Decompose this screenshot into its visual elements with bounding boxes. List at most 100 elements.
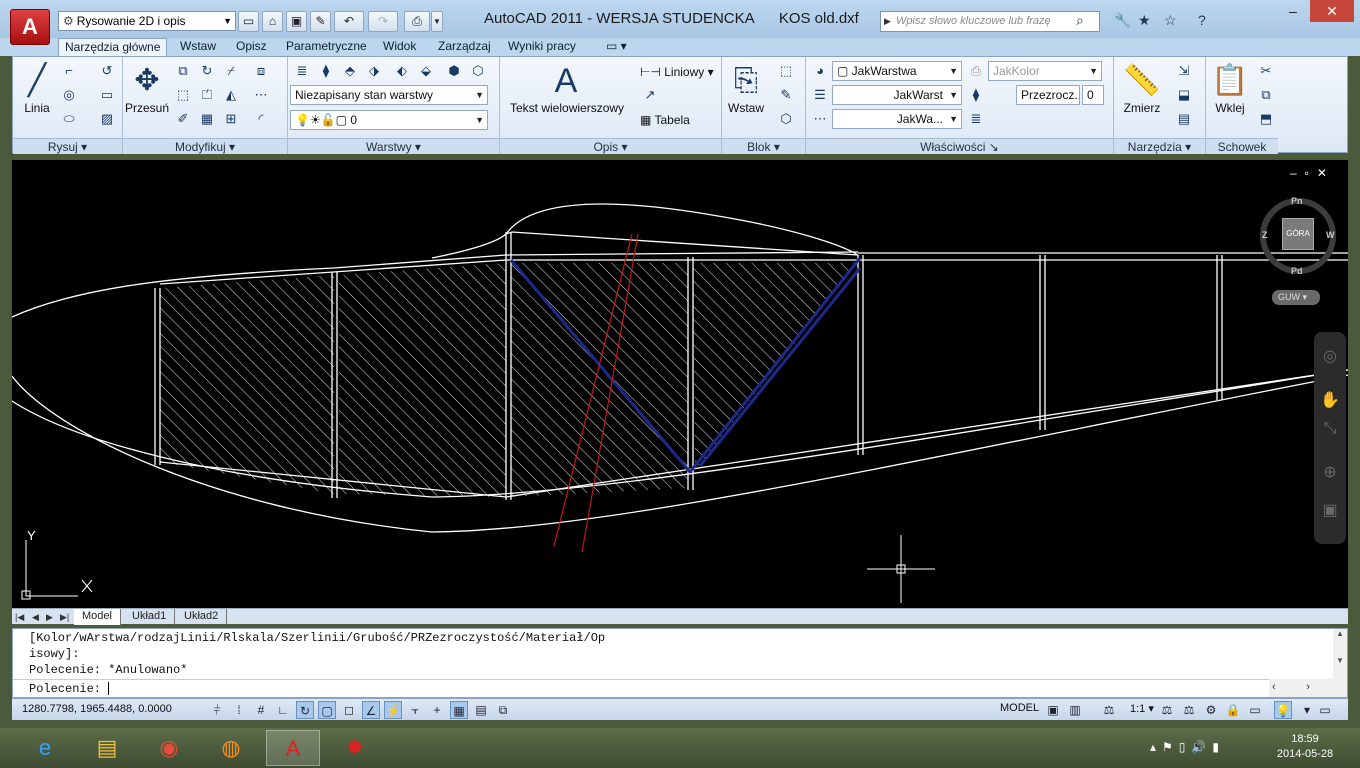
fillet-icon[interactable]: ⊞ (221, 109, 241, 129)
drawing-canvas[interactable]: Y (12, 160, 1348, 608)
drawing-area[interactable]: Y –▫✕ GÓRA Pn Pd Z W GUW ▾ ◎ ✋ ⤡ ⊕ ▣ (12, 160, 1348, 608)
lineweight-select[interactable]: JakWa... ▼ (832, 109, 962, 129)
lineweight-toggle-icon[interactable]: + (428, 701, 446, 719)
mirror-icon[interactable]: ◭ (221, 85, 241, 105)
quick-select-icon[interactable]: ⇲ (1174, 61, 1194, 81)
table-button[interactable]: ▦ Tabela (640, 113, 690, 127)
annotation-visibility-icon[interactable]: ⚖ (1158, 701, 1176, 719)
panel-opis-label[interactable]: Opis ▾ (500, 138, 721, 154)
infer-constraints-icon[interactable]: ⫩ (208, 701, 226, 719)
match-icon[interactable]: ⬒ (1256, 109, 1276, 129)
last-tab-icon[interactable]: ▶| (60, 609, 69, 625)
command-input[interactable]: Polecenie: (13, 679, 1269, 697)
next-tab-icon[interactable]: ▶ (46, 609, 53, 625)
prev-tab-icon[interactable]: ◀ (32, 609, 39, 625)
annotation-scale-icon[interactable]: ⚖ (1100, 701, 1118, 719)
mtext-button[interactable]: A Tekst wielowierszowy (510, 61, 624, 131)
status-menu-icon[interactable]: ▾ (1298, 701, 1316, 719)
workspace-select[interactable]: ⚙ Rysowanie 2D i opis ▼ (58, 11, 236, 31)
panel-narzedzia-label[interactable]: Narzędzia ▾ (1114, 138, 1205, 154)
ribbon-toggle-button[interactable]: ▭ ▾ (600, 38, 633, 56)
hatch-panel-2[interactable] (339, 263, 506, 497)
snap-mode-icon[interactable]: ⁞ (230, 701, 248, 719)
annotation-scale[interactable]: 1:1 ▾ (1130, 702, 1154, 715)
panel-blok-label[interactable]: Blok ▾ (722, 138, 805, 154)
dynamic-ucs-icon[interactable]: ⚡ (384, 701, 402, 719)
file-explorer-icon[interactable]: ▤ (80, 730, 134, 766)
autocad-app-button[interactable]: A (10, 9, 50, 45)
chamfer-icon[interactable]: ◜ (251, 109, 271, 129)
coordinate-readout[interactable]: 1280.7798, 1965.4488, 0.0000 (22, 703, 172, 715)
paste-button[interactable]: 📋 Wklej (1208, 61, 1252, 131)
zoom-icon[interactable]: ⤡ (1320, 420, 1340, 440)
quick-view-drawings-icon[interactable]: ▥ (1066, 701, 1084, 719)
layer-state-icon[interactable]: ⬘ (340, 61, 360, 81)
layer-properties-icon[interactable]: ≣ (292, 61, 312, 81)
polyline-icon[interactable]: ⌐ (59, 61, 79, 81)
attribute-icon[interactable]: ⬡ (776, 109, 796, 129)
tab-model[interactable]: Model (74, 609, 121, 625)
chrome-icon[interactable]: ◉ (142, 730, 196, 766)
tab-parametryczne[interactable]: Parametryczne (280, 38, 373, 56)
layer-uniso-icon[interactable]: ⬙ (416, 61, 436, 81)
first-tab-icon[interactable]: |◀ (15, 609, 24, 625)
workspace-switch-icon[interactable]: ⚙ (1202, 701, 1220, 719)
canopy-outline[interactable] (505, 203, 859, 256)
steering-wheel-icon[interactable]: ◎ (1320, 346, 1340, 366)
viewcube-east[interactable]: W (1326, 230, 1335, 240)
array-icon[interactable]: ▦ (197, 109, 217, 129)
close-button[interactable]: ✕ (1310, 0, 1354, 22)
print-button[interactable]: ⎙ (404, 11, 430, 32)
calculator-icon[interactable]: ▤ (1174, 109, 1194, 129)
explode-icon[interactable]: ⋯ (251, 85, 271, 105)
layer-state-select[interactable]: Niezapisany stan warstwy ▼ (290, 85, 488, 105)
favorites-icon[interactable]: ☆ (1164, 12, 1177, 29)
trim-icon[interactable]: ⌿ (221, 61, 241, 81)
offset-icon[interactable]: ⧈ (251, 61, 271, 81)
open-file-button[interactable]: ⌂ (262, 11, 283, 32)
firefox-icon[interactable]: ◍ (204, 730, 258, 766)
stretch-icon[interactable]: ⏍ (197, 85, 217, 105)
ortho-icon[interactable]: ∟ (274, 701, 292, 719)
viewport-controls[interactable]: –▫✕ (1290, 166, 1335, 180)
communication-center-icon[interactable]: ★ (1138, 12, 1151, 29)
current-layer-select[interactable]: 💡☀🔓▢ 0 ▼ (290, 110, 488, 130)
circle-icon[interactable]: ◎ (59, 85, 79, 105)
line-button[interactable]: ╱ Linia (15, 61, 59, 131)
object-tracking-icon[interactable]: ∠ (362, 701, 380, 719)
command-scrollbar[interactable]: ▲ ▼ (1333, 629, 1347, 679)
linetype-icon[interactable]: ⋯ (810, 109, 830, 129)
cut-icon[interactable]: ✂ (1256, 61, 1276, 81)
paint-splash-icon[interactable]: ✸ (328, 730, 382, 766)
layer-match-icon[interactable]: ⬗ (364, 61, 384, 81)
move-button[interactable]: ✥ Przesuń (125, 61, 169, 131)
panel-wlasciwosci-label[interactable]: Właściwości ↘ (806, 138, 1113, 154)
tab-zarzadzaj[interactable]: Zarządzaj (432, 38, 497, 56)
ucs-menu[interactable]: GUW ▾ (1272, 290, 1320, 305)
match-properties-icon[interactable]: ◕ (810, 61, 830, 81)
hardware-accel-icon[interactable]: ▭ (1246, 701, 1264, 719)
create-block-icon[interactable]: ⬚ (776, 61, 796, 81)
transparency-input[interactable]: 0 (1082, 85, 1104, 105)
leader-icon[interactable]: ↗ (640, 85, 660, 105)
tab-wstaw[interactable]: Wstaw (174, 38, 222, 56)
viewcube-north[interactable]: Pn (1291, 196, 1303, 206)
arc-icon[interactable]: ↺ (97, 61, 117, 81)
new-file-button[interactable]: ▭ (238, 11, 259, 32)
viewcube-south[interactable]: Pd (1291, 266, 1303, 276)
select-similar-icon[interactable]: ⬓ (1174, 85, 1194, 105)
layer-off-icon[interactable]: ⬢ (444, 61, 464, 81)
pan-hand-icon[interactable]: ✋ (1320, 390, 1340, 410)
clean-screen-icon[interactable]: ▭ (1316, 701, 1334, 719)
rotate-icon[interactable]: ↻ (197, 61, 217, 81)
layer-stack-icon[interactable]: ⧫ (966, 85, 986, 105)
ellipse-icon[interactable]: ⬭ (59, 109, 79, 129)
help-icon[interactable]: ? (1198, 12, 1206, 28)
linear-dimension-button[interactable]: ⊢⊣ Liniowy ▾ (640, 65, 714, 79)
hatch-panel-1[interactable] (160, 275, 334, 494)
scale-icon[interactable]: ⬚ (173, 85, 193, 105)
orbit-icon[interactable]: ⊕ (1320, 462, 1340, 482)
panel-modyfikuj-label[interactable]: Modyfikuj ▾ (123, 138, 287, 154)
viewcube-top-face[interactable]: GÓRA (1282, 218, 1314, 250)
copy-clip-icon[interactable]: ⧉ (1256, 85, 1276, 105)
